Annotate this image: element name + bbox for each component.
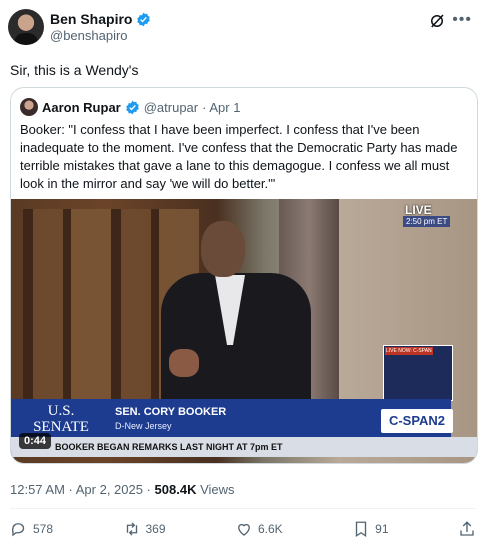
share-icon [460,521,474,536]
reply-icon [11,523,25,537]
video-player[interactable]: LIVE 2:50 pm ET LIVE NOW: C-SPAN U.S. SE… [11,199,477,463]
quote-author-name[interactable]: Aaron Rupar [42,100,121,115]
more-options-icon[interactable]: ••• [452,12,472,28]
tweet-meta: 12:57 AM · Apr 2, 2025 · 508.4K Views [10,482,235,497]
tweet-text: Sir, this is a Wendy's [10,62,139,78]
video-duration: 0:44 [19,433,52,449]
heart-icon [238,523,250,536]
chyron-subtitle: D-New Jersey [115,421,172,431]
views-count: 508.4K [154,482,197,497]
quote-date[interactable]: · Apr 1 [202,100,240,115]
author-name[interactable]: Ben Shapiro [50,11,132,27]
live-time: 2:50 pm ET [403,216,451,227]
repost-count: 369 [145,522,166,536]
divider [10,508,476,509]
action-bar: 578 369 6.6K 91 [10,520,476,538]
views-label: Views [196,482,235,497]
verified-badge-icon [137,12,151,26]
chyron-name: SEN. CORY BOOKER [115,406,227,418]
quote-author-handle[interactable]: @atrupar [144,100,198,115]
author-name-row[interactable]: Ben Shapiro [50,11,151,27]
video-speaker-hand [169,349,199,377]
bookmark-button[interactable]: 91 [352,520,389,538]
bookmark-count: 91 [375,522,389,536]
news-ticker: BOOKER BEGAN REMARKS LAST NIGHT AT 7pm E… [11,437,477,457]
quote-verified-badge-icon [125,100,139,114]
bookmark-icon [355,521,367,538]
quoted-tweet[interactable]: Aaron Rupar @atrupar · Apr 1 Booker: "I … [10,87,478,464]
video-speaker-head [201,221,245,277]
reply-count: 578 [33,522,54,536]
author-handle[interactable]: @benshapiro [50,28,128,43]
live-label: LIVE [405,203,432,217]
grok-icon[interactable] [428,12,446,30]
like-button[interactable]: 6.6K [235,520,283,538]
quote-header: Aaron Rupar @atrupar · Apr 1 [20,98,240,116]
inset-label: LIVE NOW: C-SPAN [385,347,433,355]
reply-button[interactable]: 578 [10,520,53,538]
chyron-org: U.S. SENATE [33,403,89,435]
share-button[interactable] [458,520,476,538]
author-avatar[interactable] [8,9,44,45]
repost-button[interactable]: 369 [123,520,166,538]
quote-text: Booker: "I confess that I have been impe… [20,122,458,191]
tweet-timestamp[interactable]: 12:57 AM · Apr 2, 2025 · [10,482,155,497]
quote-avatar[interactable] [20,98,38,116]
repost-icon [126,522,137,536]
like-count: 6.6K [258,522,283,536]
network-logo: C-SPAN2 [381,409,453,433]
